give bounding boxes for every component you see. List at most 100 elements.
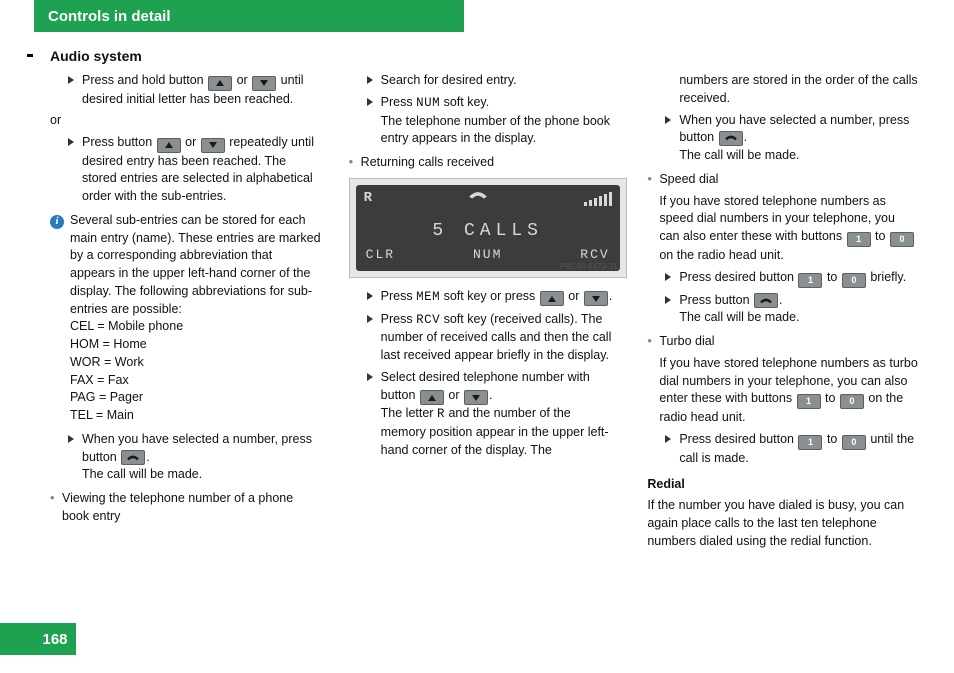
disc-bullet-icon: • [50, 490, 62, 526]
text: When you have selected a number, press b… [679, 113, 909, 145]
redial-heading: Redial [647, 476, 918, 494]
text: Press and hold button [82, 73, 207, 87]
text: . [744, 130, 747, 144]
text: FAX = Fax [70, 373, 129, 387]
text: The letter [381, 406, 437, 420]
down-key-icon [464, 390, 488, 405]
lcd-center-text: 5 CALLS [356, 219, 620, 245]
redial-body: If the number you have dialed is busy, y… [647, 497, 918, 550]
disc-bullet-icon: • [647, 171, 659, 189]
text: The telephone number of the phone book e… [381, 114, 610, 146]
list-text: Turbo dial [659, 333, 918, 351]
up-key-icon [540, 291, 564, 306]
text: The call will be made. [679, 148, 799, 162]
step-item: When you have selected a number, press b… [68, 431, 321, 484]
down-key-icon [584, 291, 608, 306]
lcd-r-indicator: R [364, 189, 373, 209]
step-item: Press and hold button or until desired i… [68, 72, 321, 108]
info-text: Several sub-entries can be stored for ea… [70, 212, 321, 425]
or-label: or [50, 112, 321, 130]
margin-tick [27, 54, 33, 57]
text: The call will be made. [82, 467, 202, 481]
step-text: Press RCV soft key (received calls). The… [381, 311, 620, 365]
text: WOR = Work [70, 355, 144, 369]
figure-code: P82.60-6473-31 [560, 261, 617, 272]
digit-1-key-icon: 1 [798, 273, 822, 288]
step-item: Press MEM soft key or press or . [367, 288, 620, 307]
text: to [822, 391, 839, 405]
list-text: Viewing the telephone number of a phone … [62, 490, 321, 526]
text: Press button [679, 293, 753, 307]
text: TEL = Main [70, 408, 134, 422]
phone-key-icon [121, 450, 145, 465]
digit-0-key-icon: 0 [842, 435, 866, 450]
text: on the radio head unit. [659, 248, 783, 262]
text: . [609, 289, 612, 303]
step-text: Press NUM soft key. The telephone number… [381, 94, 620, 148]
list-text: Speed dial [659, 171, 918, 189]
text: soft key. [440, 95, 489, 109]
text: When you have selected a number, press b… [82, 432, 312, 464]
step-text: Select desired telephone number with but… [381, 369, 620, 460]
lcd-softkey-clr: CLR [366, 246, 395, 264]
turbo-dial-intro: If you have stored telephone numbers as … [659, 355, 918, 427]
text: HOM = Home [70, 337, 147, 351]
text: Press [381, 95, 416, 109]
phone-key-icon [754, 293, 778, 308]
step-arrow-icon [367, 373, 381, 464]
column-2: Search for desired entry. Press NUM soft… [349, 72, 620, 613]
page-number-text: 168 [42, 631, 67, 648]
list-item: • Returning calls received [349, 154, 620, 172]
text: to [823, 432, 840, 446]
text: or [182, 135, 200, 149]
step-arrow-icon [665, 273, 679, 292]
column-3: numbers are stored in the order of the c… [647, 72, 918, 613]
up-key-icon [157, 138, 181, 153]
step-text: Press and hold button or until desired i… [82, 72, 321, 108]
down-key-icon [252, 76, 276, 91]
speed-dial-intro: If you have stored telephone numbers as … [659, 193, 918, 265]
text: or [445, 388, 463, 402]
list-item: • Viewing the telephone number of a phon… [50, 490, 321, 526]
header-bar: Controls in detail [34, 0, 464, 32]
text: or [565, 289, 583, 303]
text: Press desired button [679, 432, 797, 446]
digit-0-key-icon: 0 [890, 232, 914, 247]
lcd-softkey-num: NUM [473, 246, 502, 264]
lcd-phone-icon [467, 188, 489, 209]
content-columns: Press and hold button or until desired i… [50, 72, 918, 613]
step-item: Press button or repeatedly until desired… [68, 134, 321, 206]
list-text: Returning calls received [361, 154, 620, 172]
step-text: Press button or repeatedly until desired… [82, 134, 321, 206]
step-item: Press button . The call will be made. [665, 292, 918, 328]
step-text: Press desired button 1 to 0 briefly. [679, 269, 918, 288]
column-1: Press and hold button or until desired i… [50, 72, 321, 613]
text: Press [381, 289, 416, 303]
list-item: • Turbo dial [647, 333, 918, 351]
page-number: 168 [34, 623, 76, 655]
softkey-label: RCV [416, 313, 440, 327]
digit-0-key-icon: 0 [842, 273, 866, 288]
step-arrow-icon [665, 435, 679, 472]
step-text: When you have selected a number, press b… [679, 112, 918, 165]
text: Press [381, 312, 416, 326]
up-key-icon [420, 390, 444, 405]
step-item: Press desired button 1 to 0 until the ca… [665, 431, 918, 468]
text: The call will be made. [679, 310, 799, 324]
step-arrow-icon [68, 435, 82, 488]
text: . [779, 293, 782, 307]
disc-bullet-icon: • [349, 154, 361, 172]
text: to [872, 229, 889, 243]
step-text: Search for desired entry. [381, 72, 620, 90]
step-arrow-icon [367, 292, 381, 311]
lcd-screen: R 5 CALLS CLR NUM RCV [356, 185, 620, 271]
digit-1-key-icon: 1 [798, 435, 822, 450]
step-arrow-icon [68, 76, 82, 112]
disc-bullet-icon: • [647, 333, 659, 351]
section-title: Audio system [50, 48, 142, 64]
step-item: Search for desired entry. [367, 72, 620, 90]
step-arrow-icon [367, 76, 381, 94]
text: Press desired button [679, 270, 797, 284]
softkey-label: NUM [416, 96, 440, 110]
step-item: When you have selected a number, press b… [665, 112, 918, 165]
